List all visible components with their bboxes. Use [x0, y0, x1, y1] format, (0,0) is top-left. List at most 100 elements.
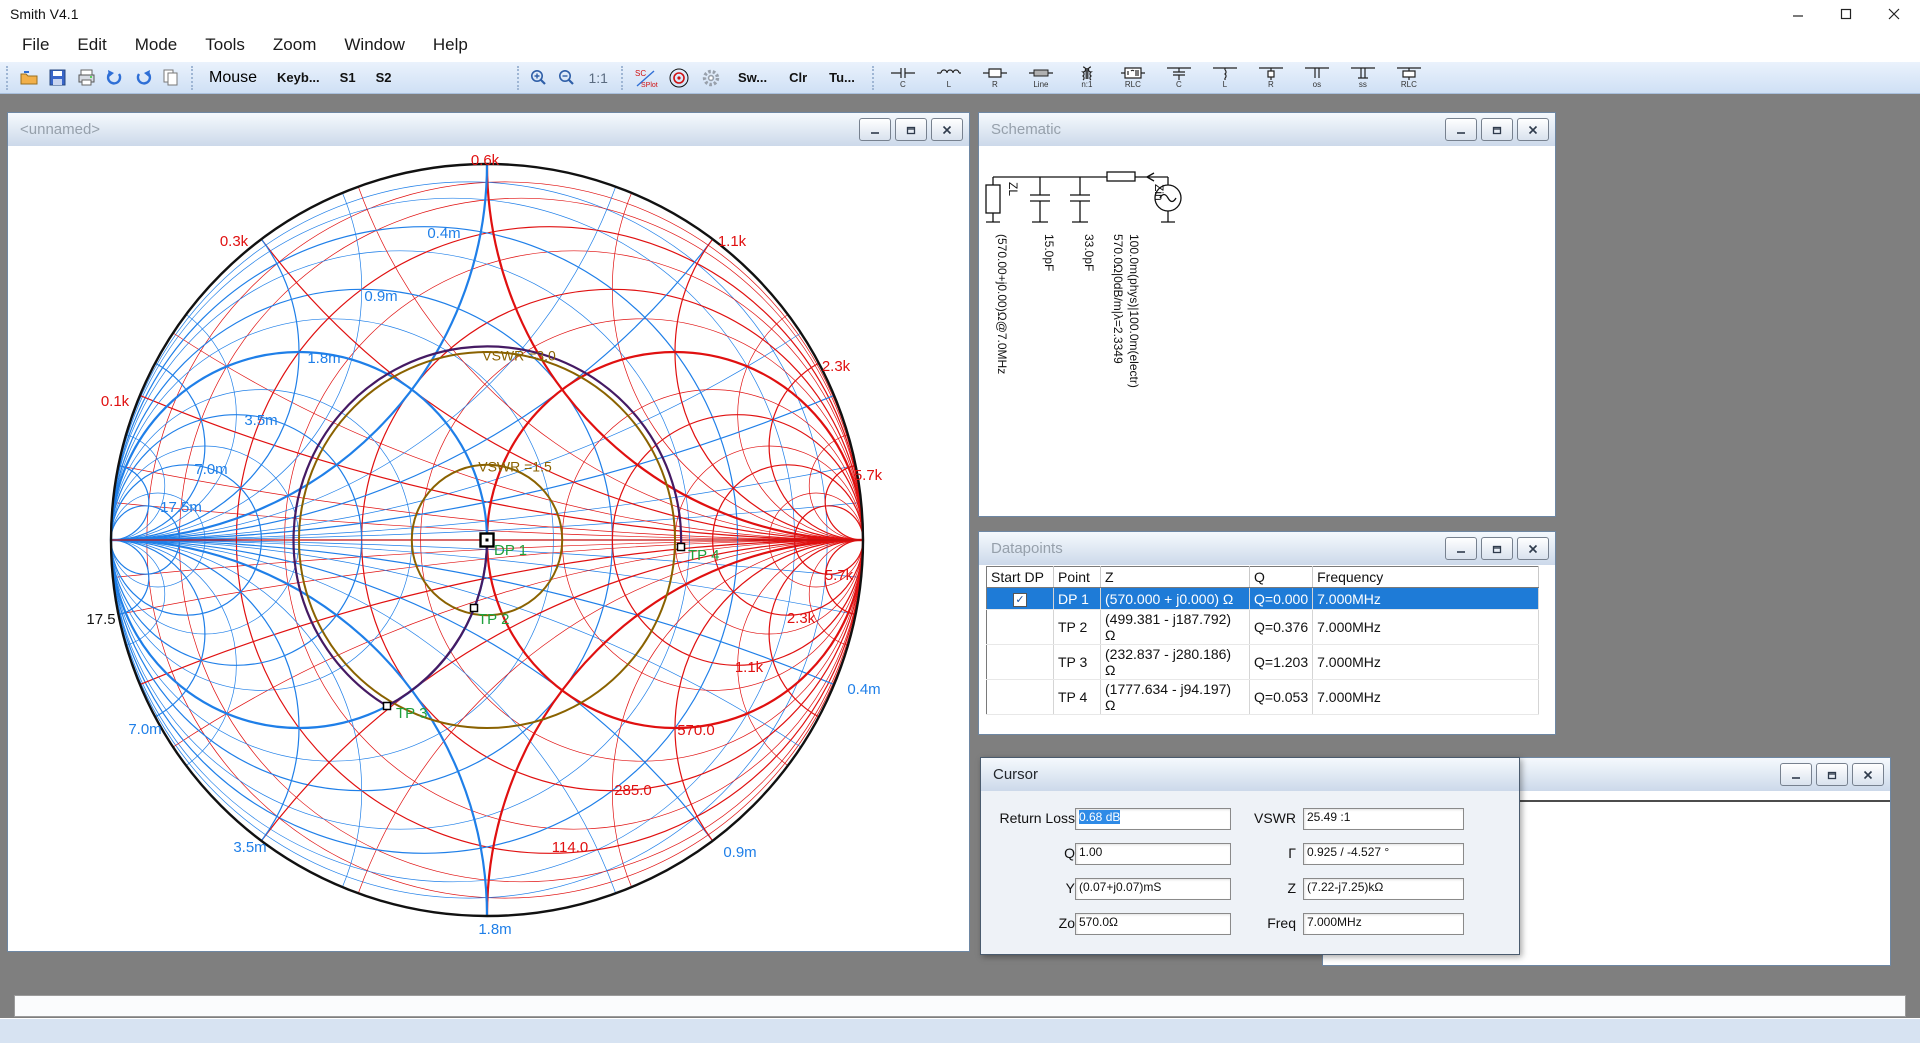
window-minimize-button[interactable]	[1445, 537, 1477, 560]
cell-point: DP 1	[1054, 588, 1101, 610]
component-short-stub-button[interactable]: ss	[1347, 66, 1379, 89]
window-restore-button[interactable]	[1481, 118, 1513, 141]
copy-button[interactable]	[158, 67, 184, 88]
chart-window-titlebar[interactable]: <unnamed>	[8, 113, 969, 147]
mode-button-s2[interactable]: S2	[372, 68, 396, 87]
column-header-point[interactable]: Point	[1054, 567, 1101, 588]
cell-q: Q=0.000	[1250, 588, 1313, 610]
menu-item-window[interactable]: Window	[330, 31, 418, 59]
save-button[interactable]	[45, 67, 71, 88]
tool-button-tu[interactable]: Tu...	[825, 68, 859, 87]
smith-label: 0.6k	[471, 152, 500, 169]
column-header-start-dp[interactable]: Start DP	[987, 567, 1054, 588]
mode-button-s1[interactable]: S1	[336, 68, 360, 87]
tool-button-clr[interactable]: Clr	[785, 68, 811, 87]
component-shunt-rlc-button[interactable]: RLC	[1393, 66, 1425, 89]
cursor-field-value-return-loss[interactable]: 0.68 dB	[1075, 808, 1231, 830]
cursor-field-value-freq[interactable]: 7.000MHz	[1303, 913, 1464, 935]
schematic-window: Schematic ZL Zin (570.00+j0.00)Ω@7.0MHz …	[978, 112, 1556, 517]
window-close-button[interactable]	[1517, 537, 1549, 560]
table-header-row: Start DPPointZQFrequency	[987, 567, 1539, 588]
cursor-field-value-vswr[interactable]: 25.49 :1	[1303, 808, 1464, 830]
marker-tp4[interactable]	[678, 544, 685, 551]
component-series-rlc-button[interactable]: RLC	[1117, 66, 1149, 89]
marker-tp2[interactable]	[471, 605, 478, 612]
app-close-button[interactable]	[1872, 3, 1916, 25]
component-series-resistor-button[interactable]: R	[979, 66, 1011, 89]
component-label: n:1	[1081, 81, 1092, 89]
menu-item-help[interactable]: Help	[419, 31, 482, 59]
menu-item-file[interactable]: File	[8, 31, 63, 59]
smith-label: 0.3k	[220, 233, 249, 250]
menu-item-edit[interactable]: Edit	[63, 31, 120, 59]
series-rlc-icon	[1121, 66, 1145, 81]
cursor-field-value-y[interactable]: (0.07+j0.07)mS	[1075, 878, 1231, 900]
smith-chart-canvas[interactable]: DP 1TP 2TP 3TP 4 0.6k0.3k1.1k0.1k2.3k5.7…	[8, 146, 969, 951]
cursor-field-value-zo[interactable]: 570.0Ω	[1075, 913, 1231, 935]
redo-button[interactable]	[130, 67, 156, 88]
mode-button-mouse[interactable]: Mouse	[205, 67, 261, 89]
start-dp-checkbox[interactable]: ✓	[1013, 593, 1027, 607]
minimize-icon	[1792, 8, 1804, 20]
component-line-button[interactable]: Line	[1025, 66, 1057, 89]
window-restore-button[interactable]	[895, 118, 927, 141]
zoom-in-button[interactable]	[526, 67, 552, 89]
horizontal-scrollbar[interactable]	[14, 995, 1906, 1017]
component-open-stub-button[interactable]: os	[1301, 66, 1333, 89]
maximize-icon	[1840, 8, 1852, 20]
cursor-field-value-z[interactable]: (7.22-j7.25)kΩ	[1303, 878, 1464, 900]
table-row-tp2[interactable]: TP 2(499.381 - j187.792) ΩQ=0.3767.000MH…	[987, 610, 1539, 645]
app-minimize-button[interactable]	[1776, 3, 1820, 25]
smith-label: 1.1k	[735, 659, 764, 676]
column-header-q[interactable]: Q	[1250, 567, 1313, 588]
zoom-in-icon	[530, 69, 548, 87]
minimize-icon	[1456, 125, 1466, 135]
schematic-window-titlebar[interactable]: Schematic	[979, 113, 1555, 147]
table-row-dp1[interactable]: ✓DP 1(570.000 + j0.000) ΩQ=0.0007.000MHz	[987, 588, 1539, 610]
print-icon	[77, 69, 96, 86]
window-close-button[interactable]	[1517, 118, 1549, 141]
marker-tp3[interactable]	[384, 703, 391, 710]
cell-z: (232.837 - j280.186) Ω	[1101, 645, 1250, 680]
open-button[interactable]	[15, 67, 43, 88]
cursor-field-value-γ[interactable]: 0.925 / -4.527 °	[1303, 843, 1464, 865]
window-minimize-button[interactable]	[859, 118, 891, 141]
app-title: Smith V4.1	[10, 6, 78, 22]
mode-button-keyb[interactable]: Keyb...	[273, 68, 324, 87]
print-button[interactable]	[73, 67, 100, 88]
component-shunt-resistor-button[interactable]: R	[1255, 66, 1287, 89]
menu-item-mode[interactable]: Mode	[121, 31, 192, 59]
datapoints-table[interactable]: Start DPPointZQFrequency✓DP 1(570.000 + …	[986, 566, 1539, 715]
smith-plot-mode-button[interactable]: SCSPlot	[630, 65, 662, 91]
component-shunt-inductor-button[interactable]: L	[1209, 66, 1241, 89]
component-shunt-capacitor-button[interactable]: C	[1163, 66, 1195, 89]
menu-item-zoom[interactable]: Zoom	[259, 31, 330, 59]
window-restore-button[interactable]	[1816, 763, 1848, 786]
point-label: TP 3	[396, 705, 427, 722]
table-row-tp3[interactable]: TP 3(232.837 - j280.186) ΩQ=1.2037.000MH…	[987, 645, 1539, 680]
component-series-inductor-button[interactable]: L	[933, 66, 965, 89]
cursor-window-titlebar[interactable]: Cursor	[981, 758, 1519, 792]
datapoints-window-titlebar[interactable]: Datapoints	[979, 532, 1555, 566]
column-header-frequency[interactable]: Frequency	[1313, 567, 1539, 588]
cursor-field-value-q[interactable]: 1.00	[1075, 843, 1231, 865]
schematic-canvas[interactable]: ZL Zin (570.00+j0.00)Ω@7.0MHz 15.0pF 33.…	[979, 146, 1555, 516]
component-transformer-button[interactable]: n:1	[1071, 66, 1103, 89]
window-minimize-button[interactable]	[1445, 118, 1477, 141]
app-maximize-button[interactable]	[1824, 3, 1868, 25]
smith-label: 5.7k	[825, 567, 854, 584]
tool-button-sw[interactable]: Sw...	[734, 68, 771, 87]
undo-button[interactable]	[102, 67, 128, 88]
menu-item-tools[interactable]: Tools	[191, 31, 259, 59]
window-minimize-button[interactable]	[1780, 763, 1812, 786]
window-close-button[interactable]	[1852, 763, 1884, 786]
zoom-1to1-button[interactable]: 1:1	[582, 70, 613, 86]
window-restore-button[interactable]	[1481, 537, 1513, 560]
datapoint-target-button[interactable]	[664, 65, 694, 91]
window-close-button[interactable]	[931, 118, 963, 141]
component-series-capacitor-button[interactable]: C	[887, 66, 919, 89]
table-row-tp4[interactable]: TP 4(1777.634 - j94.197) ΩQ=0.0537.000MH…	[987, 680, 1539, 715]
column-header-z[interactable]: Z	[1101, 567, 1250, 588]
settings-button[interactable]	[696, 65, 726, 91]
zoom-out-button[interactable]	[554, 67, 580, 89]
